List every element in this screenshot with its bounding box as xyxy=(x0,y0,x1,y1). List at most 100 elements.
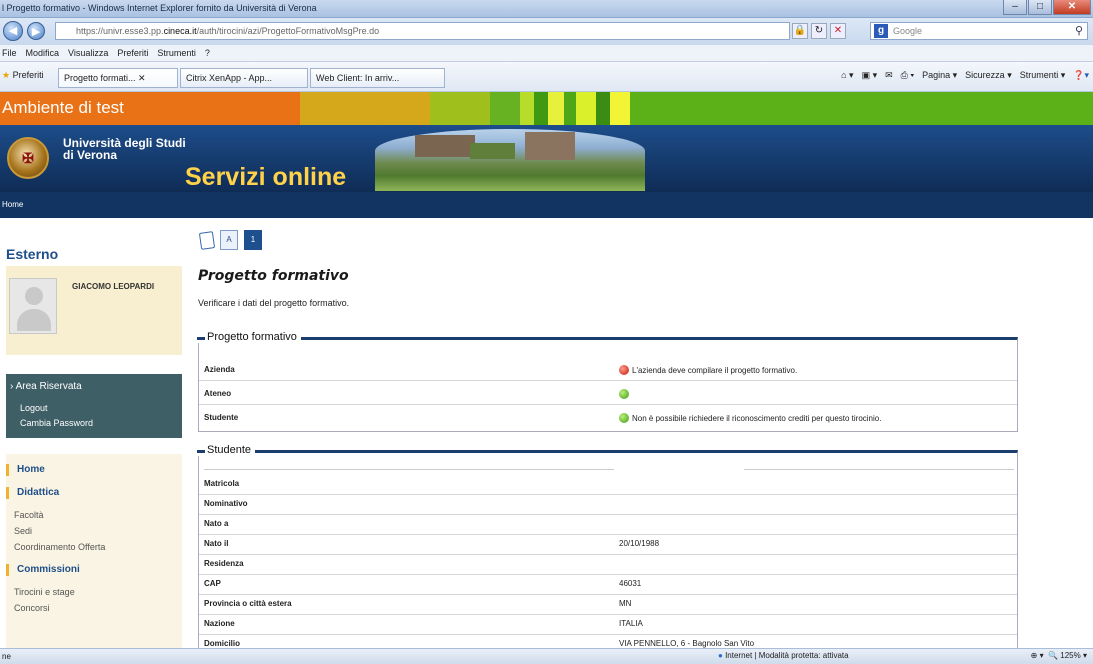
tab-citrix[interactable]: Citrix XenApp - App... xyxy=(180,68,308,88)
row-value: 20/10/1988 xyxy=(619,539,660,548)
url-domain: cineca.it xyxy=(163,26,197,36)
table-row: Nato a xyxy=(199,513,1017,535)
table-row: Residenza xyxy=(199,553,1017,575)
zoom-icon: 🔍 xyxy=(1048,651,1059,660)
sidebar-item-tirocini[interactable]: Tirocini e stage xyxy=(14,587,75,597)
command-bar: ⌂ ▾ ▣ ▾ ✉ ⎙ ▾ Pagina ▾ Sicurezza ▾ Strum… xyxy=(841,70,1089,81)
status-green-icon xyxy=(619,413,629,423)
row-value-text: L'azienda deve compilare il progetto for… xyxy=(632,366,798,375)
home-icon[interactable]: ⌂ ▾ xyxy=(841,70,853,81)
sidebar-item-home[interactable]: Home xyxy=(6,464,45,476)
step-a[interactable]: A xyxy=(220,230,238,250)
back-icon[interactable]: ◀ xyxy=(3,21,23,41)
tab-webclient[interactable]: Web Client: In arriv... xyxy=(310,68,445,88)
row-label: Studente xyxy=(204,413,239,422)
table-row: Nato il 20/10/1988 xyxy=(199,533,1017,555)
stop-icon[interactable]: ✕ xyxy=(830,23,846,39)
maximize-icon[interactable]: □ xyxy=(1028,0,1052,15)
page-title: Progetto formativo xyxy=(198,268,349,284)
address-toolbar: ◀ ▶ https://univr.esse3.pp.cineca.it/aut… xyxy=(0,18,1093,45)
menu-file[interactable]: File xyxy=(2,45,17,61)
status-green-icon xyxy=(619,389,629,399)
tool-sicurezza[interactable]: Sicurezza ▾ xyxy=(965,70,1012,81)
row-label: Azienda xyxy=(204,365,235,374)
progetto-legend: Progetto formativo xyxy=(197,331,301,343)
area-riservata-title[interactable]: › Area Riservata xyxy=(10,381,82,392)
row-value: ITALIA xyxy=(619,619,643,628)
step-1[interactable]: 1 xyxy=(244,230,262,250)
minimize-icon[interactable]: – xyxy=(1003,0,1027,15)
tool-strumenti[interactable]: Strumenti ▾ xyxy=(1020,70,1066,81)
table-row: Studente Non è possibile richiedere il r… xyxy=(199,407,1017,429)
row-value: MN xyxy=(619,599,632,608)
table-row: Provincia o città estera MN xyxy=(199,593,1017,615)
security-zone[interactable]: ● Internet | Modalità protetta: attivata xyxy=(718,651,849,660)
table-row: Azienda L'azienda deve compilare il prog… xyxy=(199,359,1017,381)
row-label: CAP xyxy=(204,579,221,588)
feeds-icon[interactable]: ▣ ▾ xyxy=(862,70,878,81)
progetto-section: Progetto formativo Azienda L'azienda dev… xyxy=(197,331,1018,432)
row-label: Nazione xyxy=(204,619,235,628)
mail-icon[interactable]: ✉ xyxy=(885,70,893,81)
print-icon[interactable]: ⎙ ▾ xyxy=(901,70,914,81)
zoom-level: 125% xyxy=(1060,651,1081,660)
close-icon[interactable]: ✕ xyxy=(1053,0,1091,15)
row-label: Matricola xyxy=(204,479,240,488)
url-path: /auth/tirocini/azi/ProgettoFormativoMsgP… xyxy=(196,26,380,36)
forward-icon[interactable]: ▶ xyxy=(27,22,45,40)
studente-legend: Studente xyxy=(197,444,256,456)
refresh-icon[interactable]: ↻ xyxy=(811,23,827,39)
tool-pagina[interactable]: Pagina ▾ xyxy=(922,70,957,81)
tab-close-icon[interactable]: ✕ xyxy=(138,73,146,83)
sidebar-item-coordinamento[interactable]: Coordinamento Offerta xyxy=(14,542,105,552)
change-password-link[interactable]: Cambia Password xyxy=(20,418,93,428)
star-icon: ★ xyxy=(2,70,11,80)
tab-progetto[interactable]: Progetto formati... ✕ xyxy=(58,68,178,88)
university-seal[interactable]: ✠ xyxy=(7,137,49,179)
studente-section: Studente Matricola Nominativo Nato a Nat… xyxy=(197,444,1018,660)
table-row: Nazione ITALIA xyxy=(199,613,1017,635)
search-icon[interactable]: ⚲ xyxy=(1075,23,1083,39)
menu-bar: File Modifica Visualizza Preferiti Strum… xyxy=(0,45,1093,62)
site-banner: ✠ Università degli Studi di Verona Servi… xyxy=(0,125,1093,192)
campus-photo xyxy=(375,129,645,191)
logout-link[interactable]: Logout xyxy=(20,403,48,413)
zoom-control[interactable]: ⊕ ▾ 🔍 125% ▾ xyxy=(1031,651,1087,660)
window-title: l Progetto formativo - Windows Internet … xyxy=(2,3,317,13)
sidebar-item-commissioni[interactable]: Commissioni xyxy=(6,564,80,576)
user-name: GIACOMO LEOPARDI xyxy=(72,282,155,291)
menu-help[interactable]: ? xyxy=(205,45,210,61)
search-input[interactable]: g Google ⚲ xyxy=(870,22,1088,40)
sidebar-item-facolta[interactable]: Facoltà xyxy=(14,510,44,520)
services-title: Servizi online xyxy=(185,163,347,191)
menu-visualizza[interactable]: Visualizza xyxy=(68,45,108,61)
row-label: Nato a xyxy=(204,519,229,528)
row-value: L'azienda deve compilare il progetto for… xyxy=(619,365,797,375)
menu-preferiti[interactable]: Preferiti xyxy=(117,45,148,61)
row-label: Ateneo xyxy=(204,389,232,398)
globe-icon: ● xyxy=(718,651,723,660)
favorites-bar: ★ Preferiti Progetto formati... ✕ Citrix… xyxy=(0,62,1093,92)
row-label: Domicilio xyxy=(204,639,241,648)
table-row: Nominativo xyxy=(199,493,1017,515)
address-input[interactable]: https://univr.esse3.pp.cineca.it/auth/ti… xyxy=(55,22,790,40)
sidebar-section-title: Esterno xyxy=(6,246,59,262)
google-icon: g xyxy=(874,24,888,38)
avatar xyxy=(9,278,57,334)
document-icon[interactable] xyxy=(198,230,216,250)
menu-modifica[interactable]: Modifica xyxy=(26,45,60,61)
menu-strumenti[interactable]: Strumenti xyxy=(157,45,196,61)
area-riservata-box: › Area Riservata Logout Cambia Password xyxy=(6,374,182,438)
home-link[interactable]: Home xyxy=(2,200,23,209)
help-icon[interactable]: ❓▾ xyxy=(1073,70,1089,81)
environment-bar: Ambiente di test xyxy=(0,92,1093,125)
table-row: Ateneo xyxy=(199,383,1017,405)
row-label: Residenza xyxy=(204,559,244,568)
lock-icon[interactable]: 🔒 xyxy=(792,23,808,39)
favorites-button[interactable]: ★ Preferiti xyxy=(2,70,44,81)
sidebar-item-didattica[interactable]: Didattica xyxy=(6,487,59,499)
sidebar-item-sedi[interactable]: Sedi xyxy=(14,526,32,536)
url-prefix: https://univr.esse3.pp. xyxy=(76,26,164,36)
sidebar-menu: Home Didattica Facoltà Sedi Coordinament… xyxy=(6,454,182,648)
sidebar-item-concorsi[interactable]: Concorsi xyxy=(14,603,50,613)
